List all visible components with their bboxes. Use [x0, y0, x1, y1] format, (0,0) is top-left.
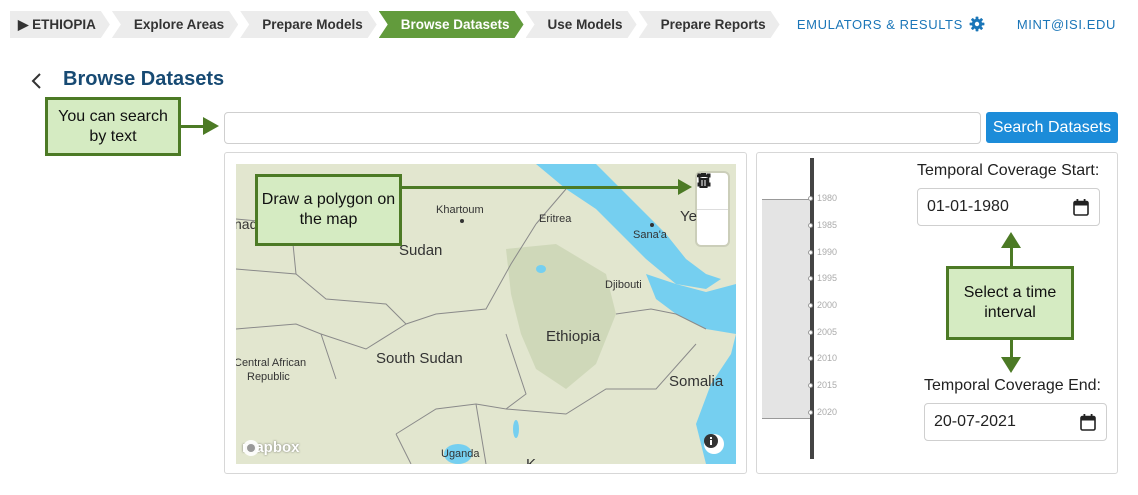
calendar-icon[interactable] [1073, 198, 1089, 216]
breadcrumb-prepare-reports[interactable]: Prepare Reports [639, 11, 780, 38]
breadcrumb-explore-areas[interactable]: Explore Areas [112, 11, 238, 38]
timeline-tick: 1995 [808, 273, 837, 283]
breadcrumb-ethiopia[interactable]: ▶ ETHIOPIA [10, 11, 110, 38]
temporal-end-label: Temporal Coverage End: [924, 377, 1101, 394]
user-account-link[interactable]: MINT@ISI.EDU [1017, 17, 1116, 32]
time-range-selection[interactable] [762, 199, 813, 419]
callout-polygon-arrowhead [678, 179, 692, 195]
temporal-start-input[interactable]: 01-01-1980 [917, 188, 1100, 226]
timeline-tick: 2005 [808, 327, 837, 337]
callout-search-text: You can search by text [58, 107, 168, 145]
top-nav: EMULATORS & RESULTS MINT@ISI.EDU [797, 16, 1116, 32]
map-label-djibouti: Djibouti [605, 279, 642, 291]
map-label-car-1: Central African [236, 357, 307, 369]
callout-polygon-text: Draw a polygon on the map [261, 191, 396, 228]
timeline-tick: 1985 [808, 220, 837, 230]
callout-time-arrowhead-down [1001, 357, 1021, 373]
chevron-left-icon[interactable] [30, 72, 44, 90]
callout-time-text: Select a time interval [963, 284, 1057, 321]
map-label-south-sudan: South Sudan [376, 350, 463, 367]
info-icon [704, 434, 718, 448]
temporal-start-label: Temporal Coverage Start: [917, 162, 1100, 179]
khartoum-dot [460, 219, 464, 223]
callout-time: Select a time interval [946, 266, 1074, 340]
mapbox-logo[interactable]: mapbox [242, 439, 300, 456]
breadcrumb-prepare-models[interactable]: Prepare Models [240, 11, 377, 38]
map-label-ethiopia: Ethiopia [546, 328, 601, 345]
map-info-button[interactable] [704, 434, 724, 454]
breadcrumb: ▶ ETHIOPIA Explore Areas Prepare Models … [10, 11, 782, 38]
map-label-sudan: Sudan [399, 242, 443, 259]
mapbox-icon [243, 440, 259, 456]
breadcrumb-use-models[interactable]: Use Models [526, 11, 637, 38]
callout-search-arrowhead [203, 117, 219, 135]
timeline-tick: 2010 [808, 353, 837, 363]
callout-polygon-arrow [402, 186, 680, 189]
map-label-kenya: K [526, 456, 536, 464]
timeline-tick: 1990 [808, 247, 837, 257]
callout-search-arrow [181, 125, 205, 128]
map-label-car-2: Republic [247, 371, 290, 383]
map-label-sanaa: Sana'a [633, 229, 667, 241]
temporal-end-value: 20-07-2021 [934, 413, 1016, 430]
calendar-icon[interactable] [1080, 413, 1096, 431]
timeline-tick: 2015 [808, 380, 837, 390]
emulators-results-link[interactable]: EMULATORS & RESULTS [797, 17, 963, 32]
temporal-start-value: 01-01-1980 [927, 198, 1009, 215]
draw-controls [697, 173, 728, 245]
page-title: Browse Datasets [63, 68, 225, 90]
lake-tana [536, 265, 546, 273]
callout-time-arrow-up [1010, 246, 1013, 268]
timeline-tick: 2000 [808, 300, 837, 310]
delete-polygon-button[interactable] [697, 173, 728, 245]
timeline-tick: 1980 [808, 193, 837, 203]
search-datasets-button[interactable]: Search Datasets [986, 112, 1118, 143]
map-label-uganda: Uganda [441, 448, 480, 460]
gear-icon[interactable] [969, 16, 985, 32]
map-label-khartoum: Khartoum [436, 204, 484, 216]
map-label-eritrea: Eritrea [539, 213, 572, 225]
timeline-tick: 2020 [808, 407, 837, 417]
callout-polygon: Draw a polygon on the map [255, 174, 402, 246]
temporal-end-input[interactable]: 20-07-2021 [924, 403, 1107, 441]
breadcrumb-browse-datasets[interactable]: Browse Datasets [379, 11, 524, 38]
callout-search: You can search by text [45, 97, 181, 156]
search-input[interactable] [224, 112, 981, 144]
sanaa-dot [650, 223, 654, 227]
map-label-somalia: Somalia [669, 373, 724, 390]
trash-icon [697, 173, 710, 188]
lake-turkana [513, 420, 519, 438]
